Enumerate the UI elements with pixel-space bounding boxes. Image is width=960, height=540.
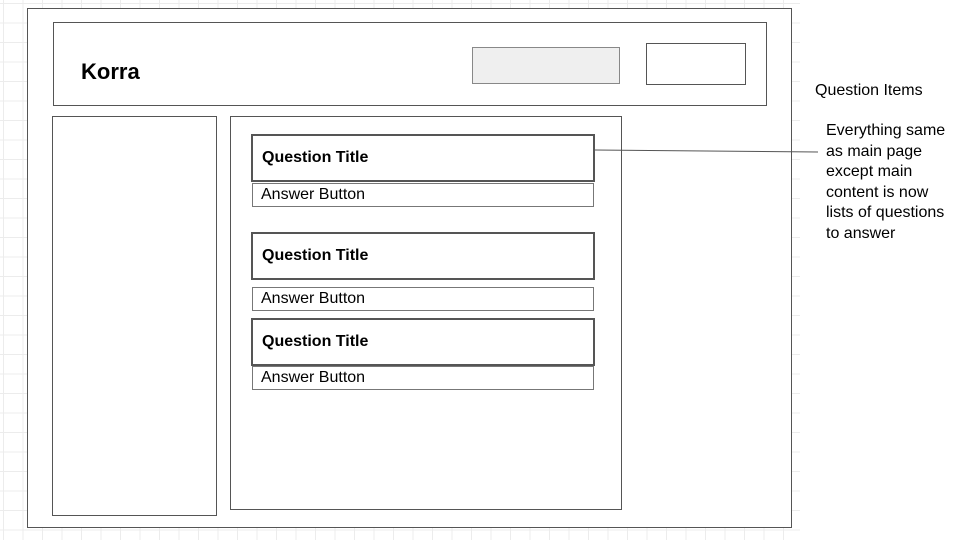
- annotation-title: Question Items: [815, 82, 923, 99]
- callout-connector-line: [594, 149, 819, 153]
- annotation-body: Everything same as main page except main…: [826, 122, 946, 242]
